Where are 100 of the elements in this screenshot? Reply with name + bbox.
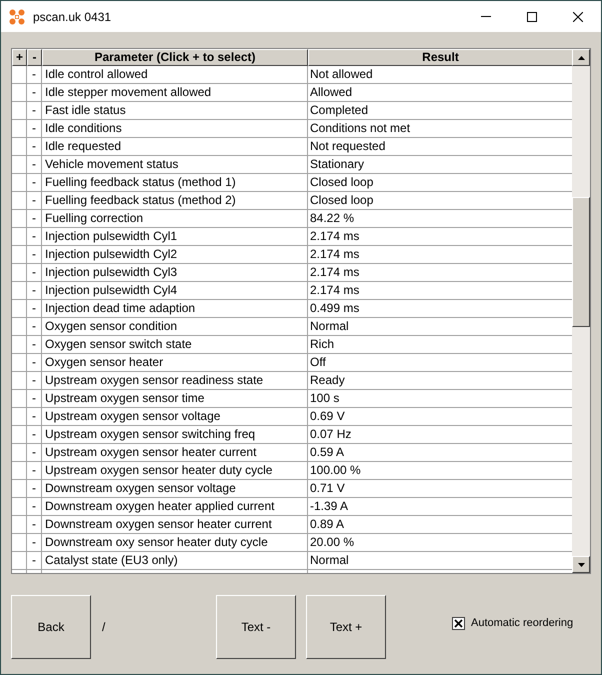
table-cell: - — [27, 444, 42, 462]
table-cell: - — [27, 390, 42, 408]
column-header[interactable]: Parameter (Click + to select) — [42, 49, 308, 66]
table-cell — [12, 282, 27, 300]
table-cell: - — [27, 210, 42, 228]
scroll-up-button[interactable] — [572, 49, 590, 66]
table-cell: Fast idle status — [42, 102, 308, 120]
table-cell: Downstream oxy sensor heater duty cycle — [42, 534, 308, 552]
separator-text: / — [102, 619, 106, 636]
table-cell: - — [27, 336, 42, 354]
scroll-down-button[interactable] — [572, 556, 590, 573]
up-arrow-icon — [578, 56, 585, 60]
table-cell: - — [27, 408, 42, 426]
table-cell — [12, 444, 27, 462]
table-cell: - — [27, 372, 42, 390]
table-cell: Injection dead time adaption — [42, 300, 308, 318]
table-cell: - — [27, 318, 42, 336]
table-cell: Upstream oxygen sensor readiness state — [42, 372, 308, 390]
table-cell — [12, 426, 27, 444]
table-cell — [12, 516, 27, 534]
table-cell: Vehicle movement status — [42, 156, 308, 174]
table-cell — [12, 372, 27, 390]
table-cell — [12, 102, 27, 120]
table-cell — [12, 120, 27, 138]
close-icon — [573, 12, 583, 22]
table-cell — [12, 246, 27, 264]
table-cell — [12, 318, 27, 336]
table-cell: - — [27, 138, 42, 156]
table-cell: - — [27, 192, 42, 210]
table-cell: Idle conditions — [42, 120, 308, 138]
table-cell — [12, 534, 27, 552]
table-cell: Oxygen sensor heater — [42, 354, 308, 372]
table-cell — [12, 300, 27, 318]
down-arrow-icon — [578, 562, 585, 566]
minimize-icon — [481, 16, 491, 17]
table-cell: - — [27, 426, 42, 444]
table-cell: Idle requested — [42, 138, 308, 156]
table-cell: Injection pulsewidth Cyl3 — [42, 264, 308, 282]
table-cell: - — [27, 516, 42, 534]
table-cell: - — [27, 480, 42, 498]
table-cell: Idle control allowed — [42, 66, 308, 84]
table-cell: - — [27, 246, 42, 264]
checkbox-label: Automatic reordering — [471, 616, 574, 631]
table-cell — [12, 498, 27, 516]
table-cell: - — [27, 300, 42, 318]
text-smaller-button[interactable]: Text - — [216, 595, 296, 659]
column-header[interactable]: Result — [308, 49, 572, 66]
table-cell — [12, 228, 27, 246]
table-cell — [12, 84, 27, 102]
table-cell — [12, 462, 27, 480]
table-cell: - — [27, 264, 42, 282]
table-cell — [12, 552, 27, 570]
table-cell: - — [27, 552, 42, 570]
table-cell: - — [27, 84, 42, 102]
table-cell — [12, 408, 27, 426]
table-cell — [12, 156, 27, 174]
table-cell: - — [27, 462, 42, 480]
table-cell — [12, 192, 27, 210]
maximize-icon — [527, 12, 537, 22]
table-cell: Downstream oxygen sensor heater current — [42, 516, 308, 534]
table-cell: - — [27, 534, 42, 552]
table-cell: Upstream oxygen sensor time — [42, 390, 308, 408]
table-cell: Injection pulsewidth Cyl2 — [42, 246, 308, 264]
table-cell: Catalyst state (EU3 only) — [42, 552, 308, 570]
table-cell: Idle stepper movement allowed — [42, 84, 308, 102]
table-cell — [12, 390, 27, 408]
window-title: pscan.uk 0431 — [33, 8, 112, 26]
table-cell: Injection pulsewidth Cyl1 — [42, 228, 308, 246]
table-cell — [12, 138, 27, 156]
table-cell: Injection pulsewidth Cyl4 — [42, 282, 308, 300]
table-cell: Upstream oxygen sensor voltage — [42, 408, 308, 426]
table-cell: Fuelling correction — [42, 210, 308, 228]
table-cell: - — [27, 282, 42, 300]
table-cell: - — [27, 120, 42, 138]
text-larger-button[interactable]: Text + — [306, 595, 386, 659]
table-cell: - — [27, 354, 42, 372]
table-cell — [12, 174, 27, 192]
table-cell: Oxygen sensor condition — [42, 318, 308, 336]
scrollbar[interactable] — [572, 49, 590, 573]
table-cell: - — [27, 228, 42, 246]
checkbox[interactable] — [452, 616, 465, 630]
table-cell — [12, 480, 27, 498]
table-cell: Upstream oxygen sensor switching freq — [42, 426, 308, 444]
table-cell: - — [27, 174, 42, 192]
table-cell — [12, 354, 27, 372]
table-cell: - — [27, 498, 42, 516]
table-cell — [12, 264, 27, 282]
column-header[interactable]: - — [27, 49, 42, 66]
table-cell — [12, 210, 27, 228]
table-cell: - — [27, 102, 42, 120]
table-cell: - — [27, 156, 42, 174]
scroll-thumb[interactable] — [572, 197, 590, 327]
table-cell — [12, 336, 27, 354]
column-header[interactable]: + — [12, 49, 27, 66]
table-cell: Downstream oxygen heater applied current — [42, 498, 308, 516]
back-button[interactable]: Back — [11, 595, 91, 659]
table-cell: Upstream oxygen sensor heater duty cycle — [42, 462, 308, 480]
table-cell: Fuelling feedback status (method 2) — [42, 192, 308, 210]
checkmark-icon — [454, 618, 463, 628]
app-logo-icon — [9, 8, 25, 24]
